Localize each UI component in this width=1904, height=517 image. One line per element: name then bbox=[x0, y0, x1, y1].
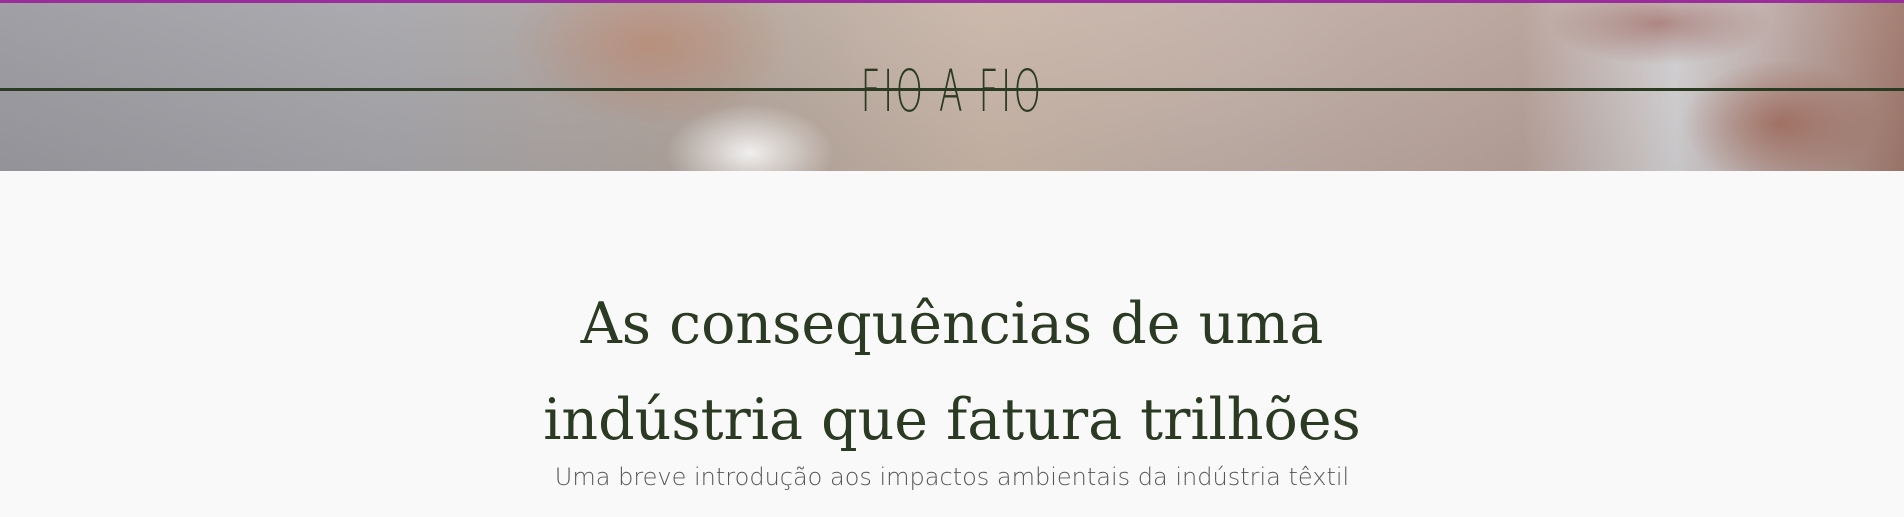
article-title-line-2: indústria que fatura trilhões bbox=[543, 387, 1361, 453]
article-header: As consequências de uma indústria que fa… bbox=[0, 171, 1904, 517]
site-logo[interactable]: FIO A FIO bbox=[381, 59, 1523, 123]
article-title: As consequências de uma indústria que fa… bbox=[0, 276, 1904, 468]
article-title-line-1: As consequências de uma bbox=[580, 291, 1324, 357]
article-subtitle: Uma breve introdução aos impactos ambien… bbox=[554, 463, 1350, 491]
hero-banner: FIO A FIO bbox=[0, 3, 1904, 171]
